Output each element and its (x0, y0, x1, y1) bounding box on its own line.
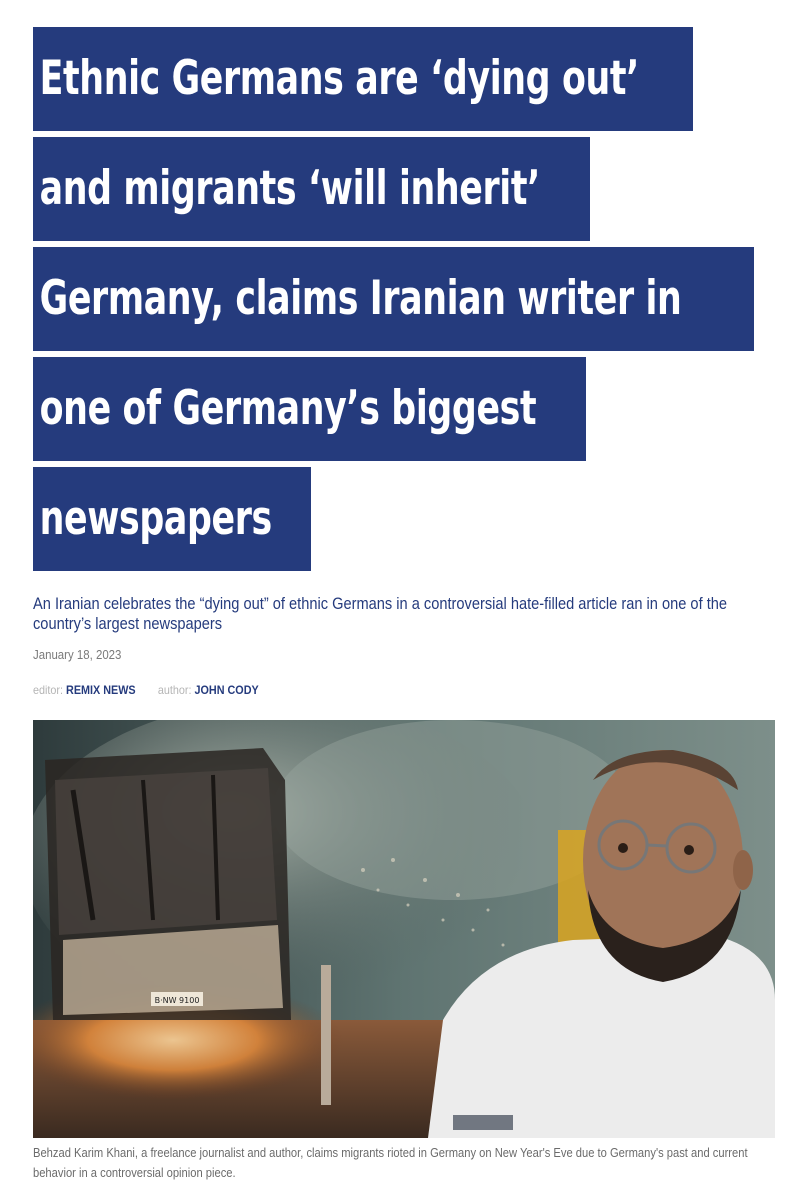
headline-line-5: newspapers (33, 467, 311, 571)
photo-composite: B·NW 9100 (33, 720, 775, 1138)
author-link[interactable]: JOHN CODY (194, 683, 258, 697)
article-headline: Ethnic Germans are ‘dying out’ and migra… (33, 27, 773, 577)
svg-text:B·NW 9100: B·NW 9100 (155, 996, 200, 1005)
author-label: author: (157, 683, 192, 697)
headline-line-3: Germany, claims Iranian writer in (33, 247, 754, 351)
headline-line-2: and migrants ‘will inherit’ (33, 137, 590, 241)
bollard (321, 965, 331, 1105)
article-photo: B·NW 9100 (33, 720, 775, 1138)
photo-caption: Behzad Karim Khani, a freelance journali… (33, 1145, 748, 1180)
publish-date: January 18, 2023 (33, 647, 122, 662)
byline: editor: REMIX NEWS author: JOHN CODY (33, 683, 259, 697)
article-subtitle: An Iranian celebrates the “dying out” of… (33, 594, 728, 633)
editor-link[interactable]: REMIX NEWS (66, 683, 136, 697)
headline-line-1: Ethnic Germans are ‘dying out’ (33, 27, 693, 131)
headline-line-4: one of Germany’s biggest (33, 357, 586, 461)
editor-label: editor: (33, 683, 64, 697)
burning-bus: B·NW 9100 (45, 748, 291, 1020)
